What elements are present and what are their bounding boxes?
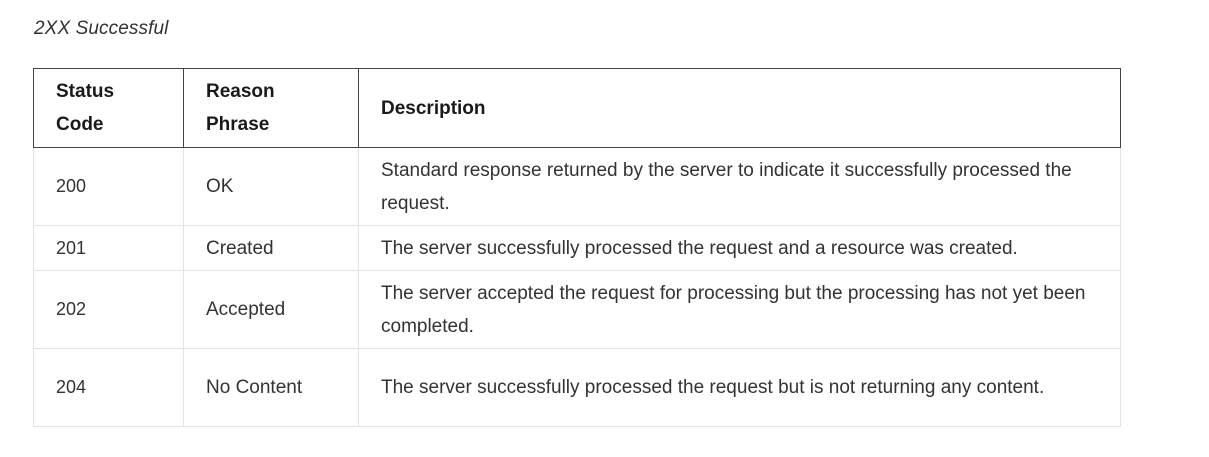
reason-phrase-cell: OK (183, 147, 359, 226)
table-row: 202 Accepted The server accepted the req… (33, 270, 1121, 349)
reason-phrase-cell: No Content (183, 348, 359, 427)
status-code-cell: 204 (33, 348, 184, 427)
header-status-code: Status Code (33, 68, 184, 148)
table-caption: 2XX Successful (34, 18, 169, 39)
table-row: 204 No Content The server successfully p… (33, 348, 1121, 427)
header-reason-phrase: Reason Phrase (183, 68, 359, 148)
description-cell: The server successfully processed the re… (358, 225, 1121, 271)
status-codes-table: Status Code Reason Phrase Description 20… (33, 68, 1121, 427)
table-row: 200 OK Standard response returned by the… (33, 147, 1121, 226)
reason-phrase-cell: Created (183, 225, 359, 271)
status-code-cell: 200 (33, 147, 184, 226)
header-description: Description (358, 68, 1121, 148)
status-code-cell: 202 (33, 270, 184, 349)
description-cell: Standard response returned by the server… (358, 147, 1121, 226)
table-header-row: Status Code Reason Phrase Description (33, 68, 1121, 148)
reason-phrase-cell: Accepted (183, 270, 359, 349)
description-cell: The server successfully processed the re… (358, 348, 1121, 427)
table-row: 201 Created The server successfully proc… (33, 225, 1121, 271)
description-cell: The server accepted the request for proc… (358, 270, 1121, 349)
status-code-cell: 201 (33, 225, 184, 271)
